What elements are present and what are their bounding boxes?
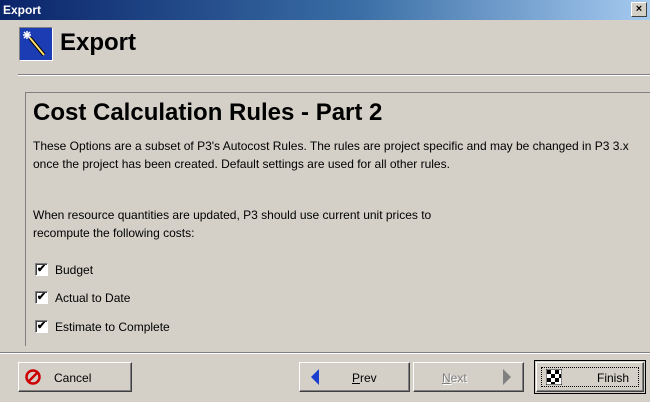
prev-button[interactable]: Prev [299, 362, 410, 392]
cancel-button[interactable]: Cancel [18, 362, 132, 392]
actual-to-date-label: Actual to Date [55, 291, 131, 305]
content-panel: Cost Calculation Rules - Part 2 These Op… [25, 92, 650, 346]
estimate-to-complete-checkbox[interactable]: ✔ [35, 320, 48, 333]
budget-option[interactable]: ✔ Budget [35, 262, 125, 278]
budget-checkbox[interactable]: ✔ [35, 263, 48, 276]
header-divider [18, 74, 650, 76]
estimate-to-complete-option[interactable]: ✔ Estimate to Complete [35, 319, 205, 335]
actual-to-date-option[interactable]: ✔ Actual to Date [35, 290, 155, 306]
header-title: Export [60, 29, 137, 56]
footer-divider [0, 352, 650, 354]
next-label: Next [442, 371, 467, 385]
options-intro: When resource quantities are updated, P3… [33, 208, 432, 240]
window-title: Export [3, 3, 42, 17]
prev-label: Prev [352, 371, 377, 385]
cancel-icon [24, 368, 42, 389]
window-titlebar: Export × [0, 0, 650, 20]
estimate-to-complete-label: Estimate to Complete [55, 320, 170, 334]
arrow-right-icon [502, 369, 512, 388]
next-button[interactable]: Next [413, 362, 524, 392]
budget-label: Budget [55, 263, 94, 277]
page-description: These Options are a subset of P3's Autoc… [33, 139, 629, 171]
actual-to-date-checkbox[interactable]: ✔ [35, 291, 48, 304]
finish-button[interactable]: Finish [536, 362, 644, 392]
checkered-flag-icon [545, 368, 563, 388]
finish-button-default-frame: Finish [534, 360, 646, 394]
magic-wand-icon [19, 27, 53, 61]
cancel-label: Cancel [54, 371, 92, 385]
finish-label: Finish [597, 371, 630, 385]
close-icon: × [635, 3, 643, 15]
close-button[interactable]: × [631, 2, 647, 17]
arrow-left-icon [310, 369, 320, 388]
wizard-header: Export [0, 20, 650, 88]
page-title: Cost Calculation Rules - Part 2 [33, 99, 383, 126]
